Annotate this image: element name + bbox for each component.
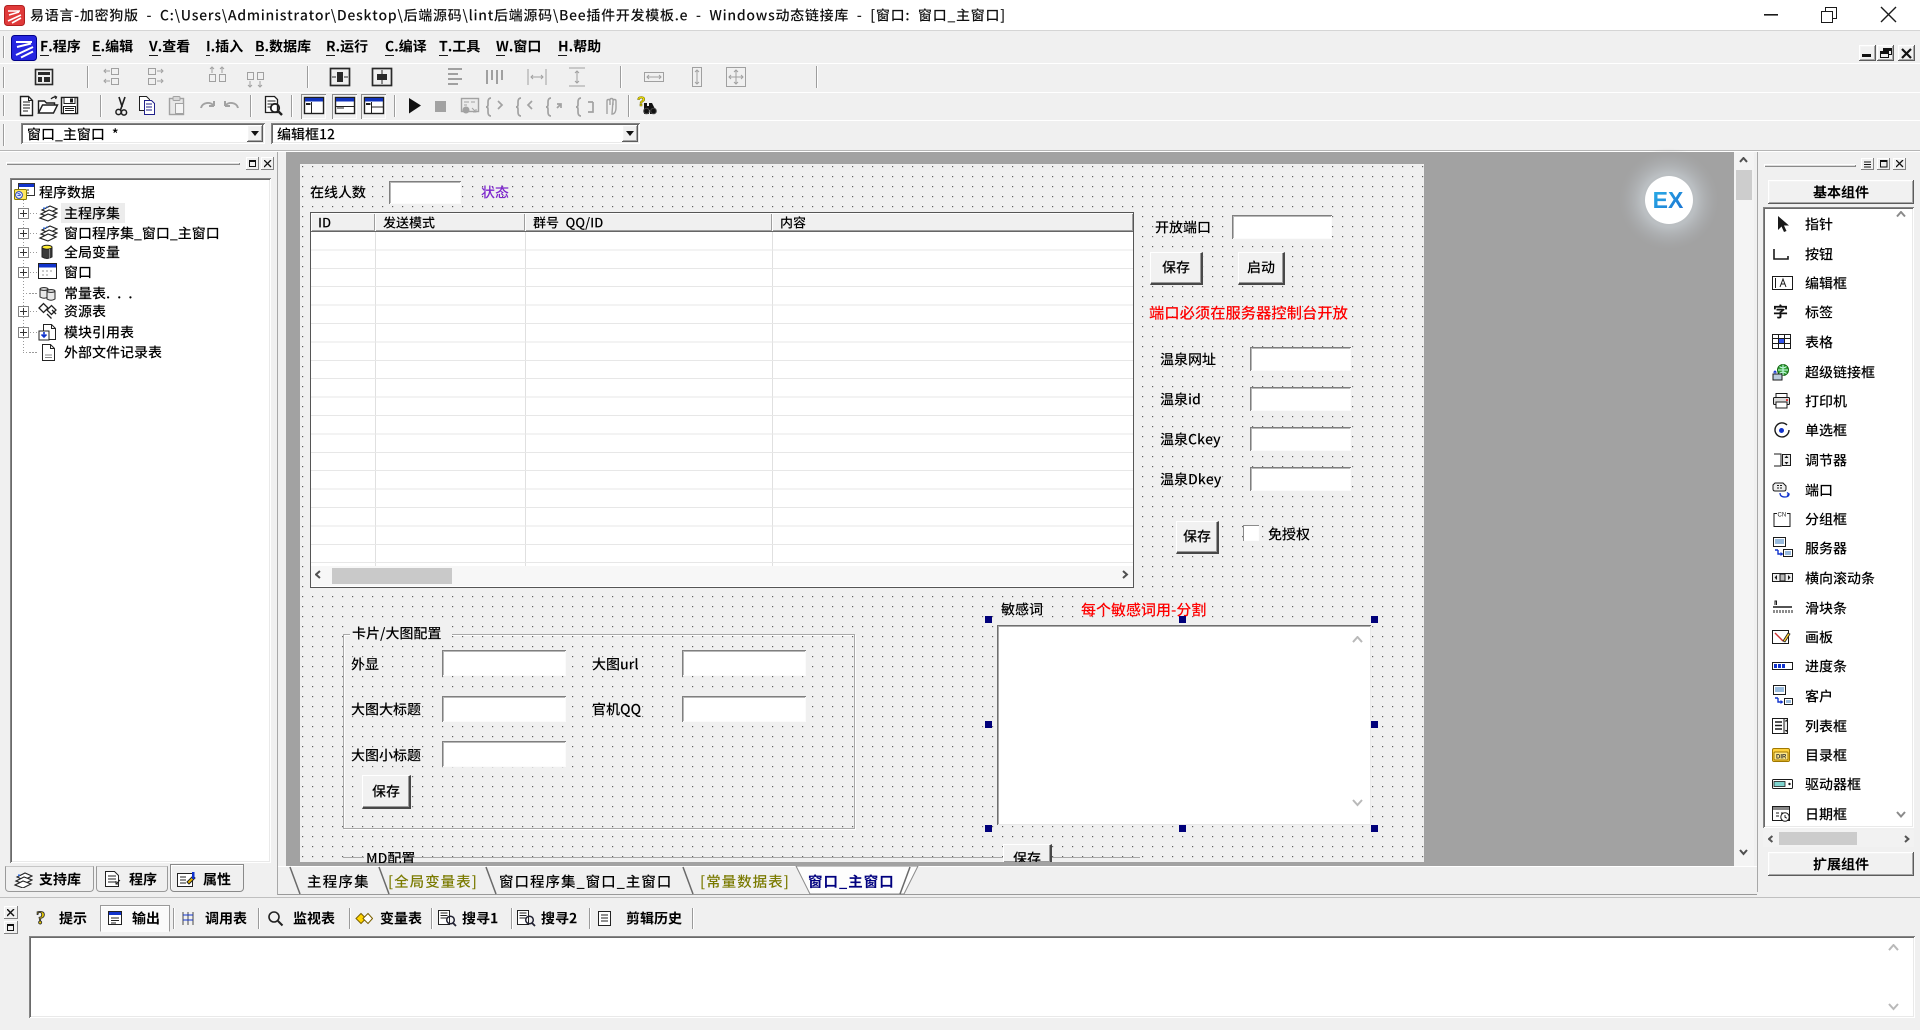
svg-text:CN: CN (1778, 513, 1787, 519)
svg-text:DIR: DIR (1776, 755, 1787, 761)
svg-text:?: ? (36, 908, 46, 927)
svg-text:EX: EX (1653, 187, 1684, 213)
